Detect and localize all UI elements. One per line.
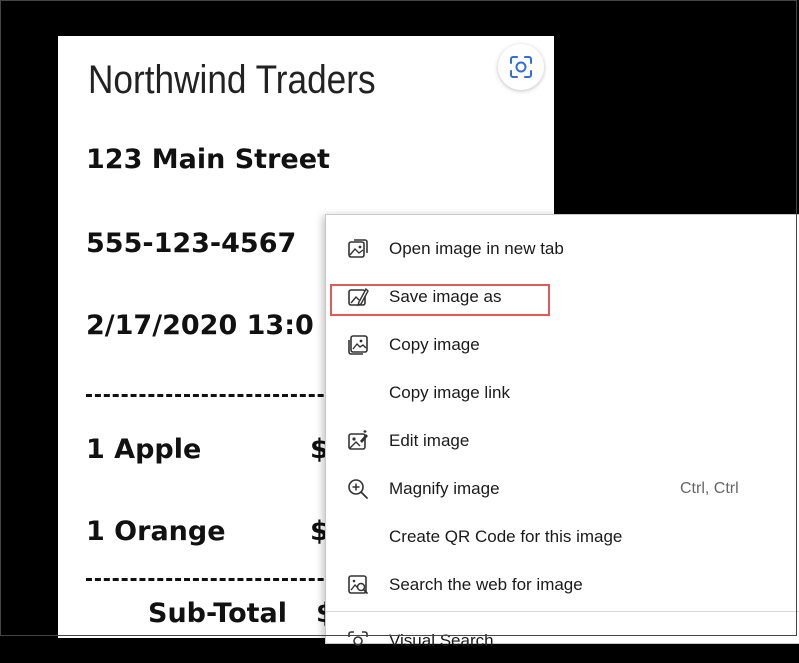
context-menu: Open image in new tab Save image as Copy…: [325, 214, 799, 650]
menu-item-magnify-image[interactable]: Magnify image Ctrl, Ctrl: [326, 467, 799, 511]
visual-search-button[interactable]: [498, 44, 544, 90]
menu-item-label: Copy image link: [389, 383, 510, 402]
menu-item-label: Edit image: [389, 431, 470, 450]
menu-item-label: Open image in new tab: [389, 239, 564, 258]
visual-search-icon: [346, 629, 370, 653]
menu-item-label: Search the web for image: [389, 575, 583, 594]
menu-item-label: Visual Search: [389, 631, 494, 650]
menu-item-save-image-as[interactable]: Save image as: [326, 275, 799, 319]
menu-item-copy-image-link[interactable]: Copy image link: [326, 371, 799, 415]
visual-search-icon: [508, 54, 534, 80]
menu-item-edit-image[interactable]: Edit image: [326, 419, 799, 463]
search-web-image-icon: [346, 573, 370, 597]
receipt-subtotal-label: Sub-Total: [148, 598, 287, 629]
menu-item-label: Save image as: [389, 287, 502, 306]
menu-item-label: Magnify image: [389, 479, 500, 498]
menu-item-label: Create QR Code for this image: [389, 527, 623, 546]
store-phone: 555-123-4567: [86, 228, 297, 259]
menu-item-label: Copy image: [389, 335, 480, 354]
open-in-new-tab-icon: [346, 237, 370, 261]
menu-item-copy-image[interactable]: Copy image: [326, 323, 799, 367]
menu-separator: [326, 611, 799, 612]
menu-item-search-web-for-image[interactable]: Search the web for image: [326, 563, 799, 607]
save-image-icon: [346, 285, 370, 309]
receipt-datetime: 2/17/2020 13:0: [86, 310, 314, 341]
receipt-item: 1 Orange: [86, 516, 226, 547]
magnify-icon: [346, 477, 370, 501]
menu-item-create-qr-code[interactable]: Create QR Code for this image: [326, 515, 799, 559]
menu-item-open-image-new-tab[interactable]: Open image in new tab: [326, 227, 799, 271]
store-name: Northwind Traders: [88, 58, 376, 102]
edit-image-icon: [346, 429, 370, 453]
receipt-item: 1 Apple: [86, 434, 202, 465]
store-address: 123 Main Street: [86, 144, 330, 175]
menu-item-shortcut: Ctrl, Ctrl: [680, 480, 739, 497]
copy-image-icon: [346, 333, 370, 357]
menu-item-visual-search[interactable]: Visual Search: [326, 619, 799, 663]
